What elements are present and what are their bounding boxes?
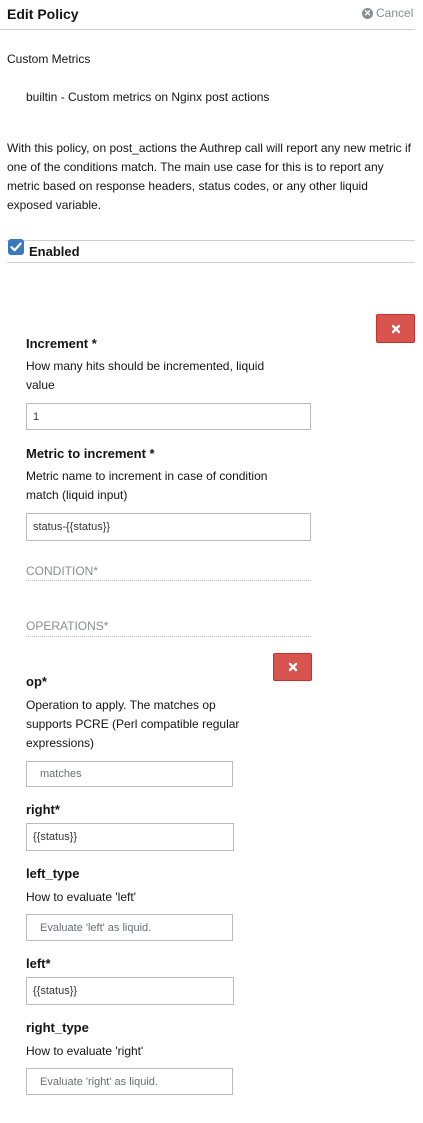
- increment-label: Increment *: [26, 336, 97, 351]
- page-title: Edit Policy: [7, 6, 79, 22]
- condition-title: CONDITION*: [26, 564, 98, 578]
- left-input[interactable]: {{status}}: [26, 977, 234, 1005]
- operations-title: OPERATIONS*: [26, 619, 109, 633]
- left-type-label: left_type: [26, 866, 80, 881]
- condition-divider: [26, 580, 311, 581]
- times-icon: [391, 324, 400, 333]
- checkmark-icon: [10, 242, 22, 252]
- times-icon: [288, 662, 297, 672]
- left-label: left*: [26, 956, 51, 971]
- op-help: Operation to apply. The matches op suppo…: [26, 698, 240, 750]
- increment-help: How many hits should be incremented, liq…: [26, 359, 265, 392]
- op-label: op*: [26, 674, 47, 689]
- enabled-divider-bottom: [7, 262, 415, 263]
- enabled-label: Enabled: [29, 244, 80, 259]
- op-select[interactable]: matches: [26, 761, 233, 787]
- policy-description: With this policy, on post_actions the Au…: [7, 141, 411, 212]
- policy-name: Custom Metrics: [7, 52, 91, 66]
- left-type-help: How to evaluate 'left': [26, 890, 136, 904]
- policy-summary: builtin - Custom metrics on Nginx post a…: [26, 90, 270, 104]
- metric-label: Metric to increment *: [26, 446, 155, 461]
- remove-rule-button[interactable]: [376, 314, 415, 343]
- remove-operation-button[interactable]: [273, 653, 312, 681]
- left-type-select[interactable]: Evaluate 'left' as liquid.: [26, 914, 233, 941]
- cancel-button[interactable]: ✕ Cancel: [362, 6, 413, 20]
- increment-input[interactable]: 1: [26, 403, 311, 430]
- right-input[interactable]: {{status}}: [26, 823, 234, 851]
- metric-help: Metric name to increment in case of cond…: [26, 469, 268, 502]
- right-label: right*: [26, 802, 60, 817]
- enabled-divider-top: [7, 240, 415, 241]
- right-type-help: How to evaluate 'right': [26, 1044, 144, 1058]
- right-type-select[interactable]: Evaluate 'right' as liquid.: [26, 1068, 233, 1095]
- close-icon: ✕: [362, 7, 373, 19]
- operations-divider: [26, 636, 311, 637]
- header-divider: [0, 29, 415, 30]
- right-type-label: right_type: [26, 1020, 89, 1035]
- metric-input[interactable]: status-{{status}}: [26, 513, 311, 541]
- enabled-checkbox[interactable]: [8, 239, 24, 255]
- cancel-label: Cancel: [376, 6, 414, 20]
